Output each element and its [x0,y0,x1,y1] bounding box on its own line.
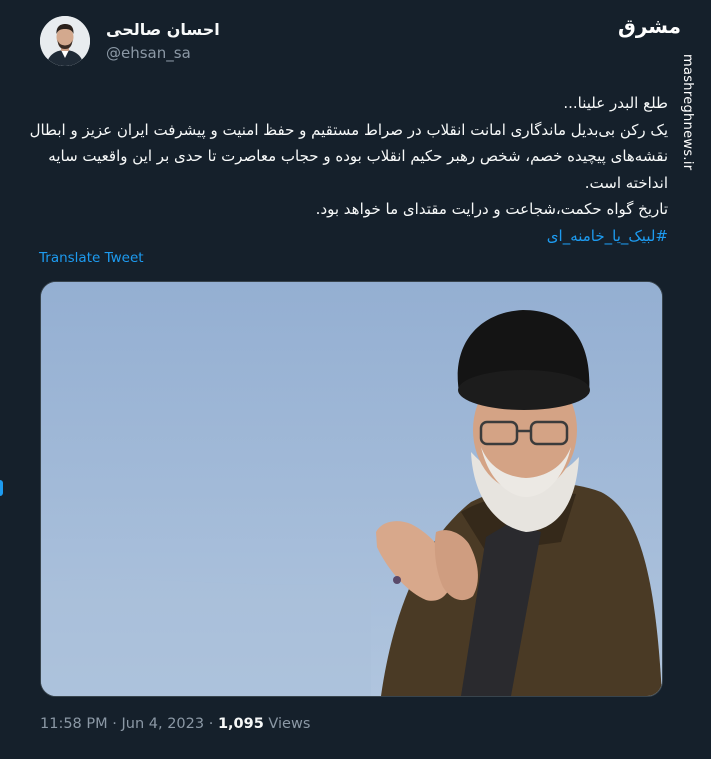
views-label: Views [268,716,311,732]
mashregh-logo: مشرق [617,14,681,38]
tweet-time[interactable]: 11:58 PM [40,716,108,732]
mashregh-url: mashreghnews.ir [680,54,695,171]
tweet-date[interactable]: Jun 4, 2023 [121,716,204,732]
tweet-card: احسان صالحی @ehsan_sa مشرق mashreghnews.… [0,0,711,759]
tweet-line: طلع البدر علینا... [563,94,668,112]
tweet-line: انداخته است. [584,173,668,192]
tweet-text: طلع البدر علینا... یک رکن بی‌بدیل ماندگا… [29,90,668,250]
meta-separator: · [208,716,214,732]
tweet-line: یک رکن بی‌بدیل ماندگاری امانت انقلاب در … [29,120,668,139]
tweet-line: نقشه‌های پیچیده خصم، شخص رهبر حکیم انقلا… [48,147,668,165]
left-edge-indicator [0,480,3,496]
tweet-photo[interactable] [40,281,663,697]
tweet-line: تاریخ گواه حکمت،شجاعت و درایت مقتدای ما … [315,200,668,218]
author-display-name[interactable]: احسان صالحی [106,20,220,39]
views-count[interactable]: 1,095 [218,716,264,732]
avatar-image [40,16,90,66]
meta-separator: · [112,716,117,732]
translate-tweet-link[interactable]: Translate Tweet [39,250,144,266]
avatar[interactable] [40,16,90,66]
photo-illustration [41,282,662,696]
author-handle[interactable]: @ehsan_sa [106,44,191,62]
hashtag-link[interactable]: #لبیک_یا_خامنه_ای [40,223,668,250]
tweet-meta: 11:58 PM · Jun 4, 2023 · 1,095 Views [40,716,310,732]
